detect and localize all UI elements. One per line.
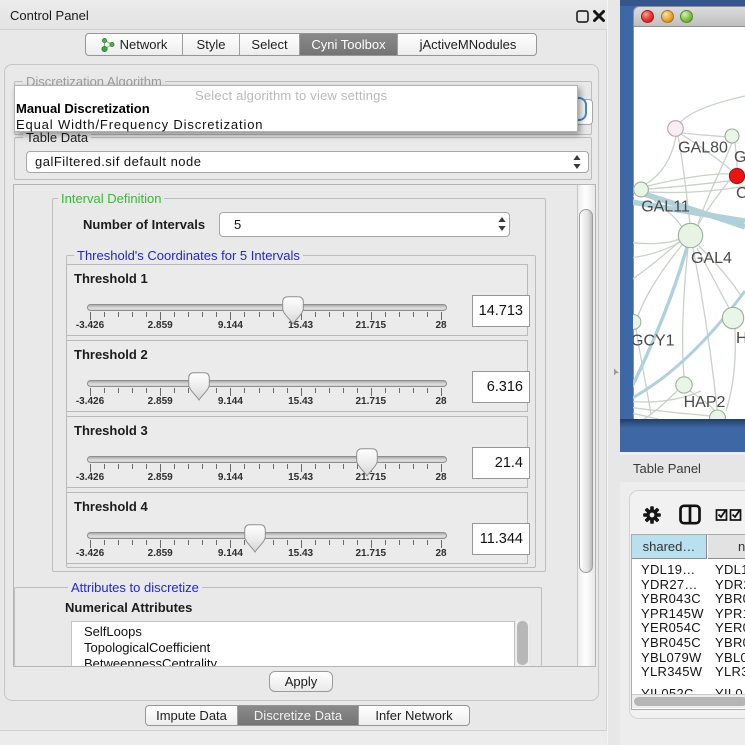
svg-text:GCY1: GCY1 — [633, 333, 675, 350]
svg-text:GAL4: GAL4 — [691, 250, 732, 267]
svg-text:GAL80: GAL80 — [678, 140, 728, 157]
svg-text:HAP2: HAP2 — [684, 394, 726, 411]
svg-text:GAL11: GAL11 — [641, 199, 690, 216]
svg-text:HI: HI — [736, 330, 745, 347]
svg-text:GAL: GAL — [734, 149, 745, 166]
svg-text:CR: CR — [736, 185, 745, 202]
